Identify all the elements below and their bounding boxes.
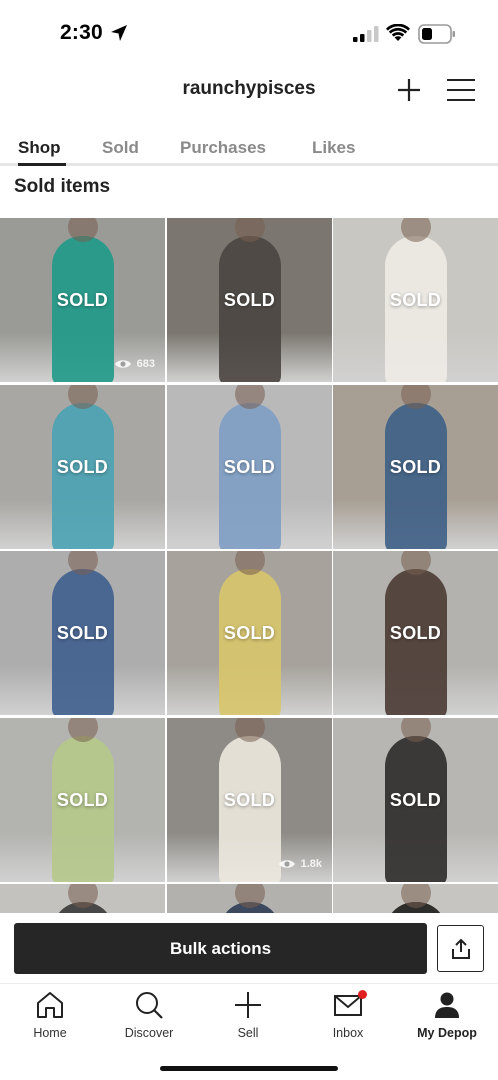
tab-sold[interactable]: Sold [102,138,139,158]
home-icon [37,992,63,1018]
tab-shop[interactable]: Shop [18,138,61,158]
product-tile[interactable]: SOLD [0,718,165,882]
product-tile[interactable]: SOLD [333,385,498,549]
profile-tabs: Shop Sold Purchases Likes [0,126,498,166]
sold-badge: SOLD [389,790,442,810]
sold-badge: SOLD [56,623,109,643]
product-tile[interactable]: SOLD 683 [0,218,165,382]
profile-icon [435,992,459,1018]
product-tile[interactable]: SOLD [0,551,165,715]
sold-badge: SOLD [56,790,109,810]
nav-inbox[interactable]: Inbox [303,990,393,1040]
wifi-icon [386,24,410,41]
section-title: Sold items [14,176,111,197]
search-icon [136,992,163,1019]
home-indicator [160,1066,338,1071]
product-tile[interactable]: SOLD [333,718,498,882]
nav-home[interactable]: Home [5,990,95,1040]
product-tile[interactable]: SOLD [333,218,498,382]
bottom-nav: Home Discover Sell Inbox My Depop [0,983,498,1080]
sold-badge: SOLD [389,457,442,477]
tab-likes[interactable]: Likes [312,138,355,158]
view-count: 1.8k [278,858,322,870]
share-button[interactable] [437,925,484,972]
product-tile[interactable]: SOLD [333,551,498,715]
nav-discover-label: Discover [124,1026,174,1040]
bulk-actions-button[interactable]: Bulk actions [14,923,427,974]
sold-items-grid: SOLD 683 SOLD SOLD SOLD SOLD SOLD SOLD SOLD SOLD S… [0,218,498,918]
product-tile[interactable]: SOLD [167,385,332,549]
sold-badge: SOLD [223,790,276,810]
tab-purchases[interactable]: Purchases [180,138,266,158]
sold-badge: SOLD [223,290,276,310]
username: raunchypisces [182,78,316,99]
menu-icon[interactable] [446,76,476,104]
nav-sell-label: Sell [237,1026,259,1040]
eye-icon [278,860,295,868]
nav-my-depop[interactable]: My Depop [402,990,492,1040]
nav-discover[interactable]: Discover [104,990,194,1040]
product-tile[interactable]: SOLD [167,218,332,382]
location-arrow-icon [111,25,127,41]
sold-badge: SOLD [56,457,109,477]
notification-dot [358,990,367,999]
view-count: 683 [114,358,155,370]
product-tile[interactable]: SOLD [0,385,165,549]
view-count-value: 1.8k [300,858,322,870]
plus-icon [235,992,261,1018]
eye-icon [114,360,131,368]
add-listing-button[interactable] [395,76,423,104]
sold-badge: SOLD [389,623,442,643]
sold-badge: SOLD [389,290,442,310]
status-bar: 2:30 [0,0,498,68]
view-count-value: 683 [136,358,155,370]
sold-badge: SOLD [223,623,276,643]
cellular-signal-icon [353,26,379,42]
product-tile[interactable]: SOLD 1.8k [167,718,332,882]
status-time: 2:30 [60,21,103,44]
nav-inbox-label: Inbox [332,1026,364,1040]
active-tab-indicator [18,163,66,166]
product-tile[interactable]: SOLD [167,551,332,715]
action-bar: Bulk actions [0,913,498,983]
nav-my-depop-label: My Depop [417,1026,477,1040]
nav-sell[interactable]: Sell [203,990,293,1040]
nav-home-label: Home [33,1026,67,1040]
sold-badge: SOLD [56,290,109,310]
sold-badge: SOLD [223,457,276,477]
share-icon [451,938,470,959]
battery-icon [418,24,455,44]
profile-header: raunchypisces [0,68,498,116]
